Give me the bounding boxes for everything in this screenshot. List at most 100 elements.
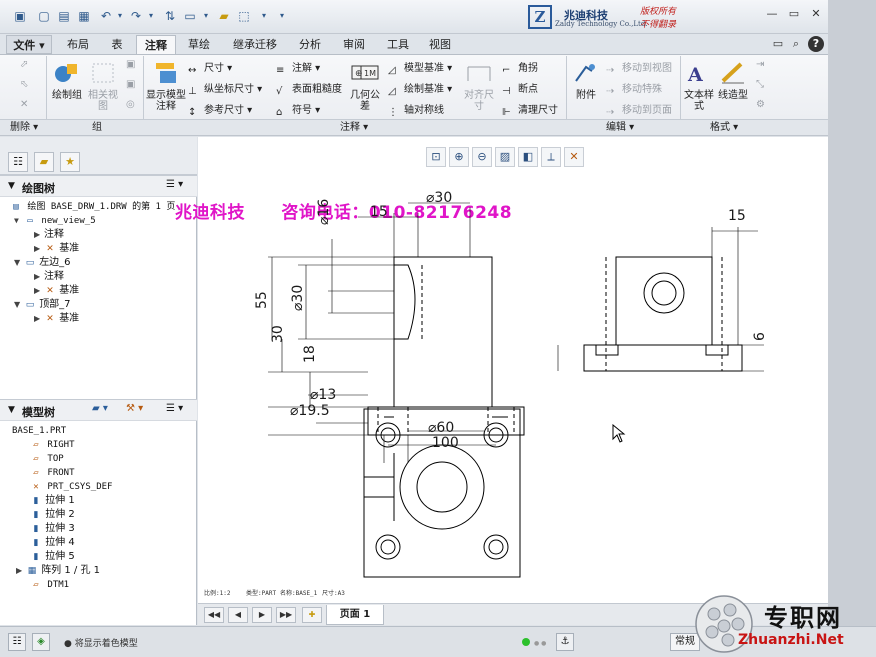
dim-label[interactable]: 15 (370, 204, 388, 220)
dim-label[interactable]: ⌀30 (290, 285, 306, 311)
align-dimension-button[interactable]: 对齐尺寸 (464, 61, 494, 112)
move-special-button[interactable]: ⇢ 移动特殊 (606, 80, 662, 98)
maximize-icon[interactable]: ▭ (786, 6, 802, 22)
tree-item-datum[interactable]: ▶ ✕ 基准 (34, 243, 79, 255)
draw-group-button[interactable]: 绘制组 (50, 61, 84, 101)
dim-label[interactable]: 18 (302, 345, 318, 363)
expand-arrow-icon[interactable]: ▶ (34, 271, 44, 283)
move-to-view-button[interactable]: ⇢ 移动到视图 (606, 59, 672, 77)
tree-item-csys[interactable]: ✕ PRT_CSYS_DEF (30, 481, 112, 493)
tree-settings-icon[interactable]: ☰ ▾ (166, 179, 183, 190)
tree-item-annotation[interactable]: ▶ 注释 (34, 271, 64, 283)
minimize-icon[interactable]: — (764, 6, 780, 22)
new-file-icon[interactable]: ▢ (36, 8, 52, 24)
browser-toggle-icon[interactable]: ◈ (32, 633, 50, 651)
dim-label[interactable]: ⌀16 (316, 199, 332, 225)
geometric-tolerance-button[interactable]: ⊕ 1M 几何公差 (350, 61, 380, 112)
dim-label[interactable]: 55 (254, 291, 270, 309)
side-view[interactable] (557, 227, 764, 372)
dim-label[interactable]: 30 (270, 325, 286, 343)
dim-label[interactable]: ⌀60 (428, 420, 454, 436)
dim-label[interactable]: 15 (728, 208, 746, 224)
folder-icon[interactable]: ▰ (216, 8, 232, 24)
format-tool-icon-2[interactable]: ⤡ (756, 79, 764, 90)
collapse-arrow-icon[interactable]: ▼ (8, 181, 15, 191)
prev-page-icon[interactable]: ◀ (228, 607, 248, 623)
drawing-tree-header[interactable]: ▼ 绘图树 ☰ ▾ (0, 175, 197, 197)
tree-item-pattern[interactable]: ▶ ▦ 阵列 1 / 孔 1 (16, 565, 100, 577)
select-box-icon[interactable]: ⬚ (236, 8, 252, 24)
display-style-icon[interactable]: ◧ (518, 147, 538, 167)
symbol-button[interactable]: ⌂ 符号 ▾ (276, 101, 320, 119)
dim-label[interactable]: ⌀19.5 (290, 403, 330, 419)
select-dropdown-icon[interactable]: ▾ (256, 8, 272, 24)
expand-arrow-icon[interactable]: ▼ (14, 257, 24, 269)
dim-label[interactable]: ⌀13 (310, 387, 336, 403)
expand-arrow-icon[interactable]: ▼ (14, 215, 24, 227)
save-icon[interactable]: ▦ (76, 8, 92, 24)
tree-item-annotation[interactable]: ▶ 注释 (34, 229, 64, 241)
customize-toolbar-icon[interactable]: ▾ (274, 8, 290, 24)
related-view-button[interactable]: 相关视图 (86, 61, 120, 112)
group-tool-icon-3[interactable]: ◎ (126, 99, 135, 110)
last-page-icon[interactable]: ▶▶ (276, 607, 296, 623)
tree-item-plane-top[interactable]: ▱ TOP (30, 453, 63, 465)
format-tool-icon-3[interactable]: ⚙ (756, 99, 765, 110)
tree-item-extrude-3[interactable]: ▮ 拉伸 3 (30, 523, 75, 535)
move-to-page-button[interactable]: ⇢ 移动到页面 (606, 101, 672, 119)
axis-symmetry-button[interactable]: ⋮ 轴对称线 (388, 101, 444, 119)
tree-item-datum[interactable]: ▶ ✕ 基准 (34, 285, 79, 297)
tab-sketch[interactable]: 草绘 (180, 35, 218, 54)
datum-display-icon[interactable]: ⟂ (541, 147, 561, 167)
redo-icon[interactable]: ↷ (128, 8, 144, 24)
line-style-button[interactable]: 线造型 (718, 61, 748, 101)
cleanup-dimension-button[interactable]: ⊩ 清理尺寸 (502, 101, 558, 119)
surface-finish-button[interactable]: √ 表面粗糙度 (276, 80, 342, 98)
close-icon[interactable]: ✕ (808, 6, 824, 22)
expand-arrow-icon[interactable]: ▶ (34, 243, 44, 255)
tree-item-view-main[interactable]: ▼ ▭ new_view_5 (14, 215, 96, 227)
model-tree-show-icon[interactable]: ▰ ▾ (92, 403, 108, 414)
tree-item-dtm1[interactable]: ▱ DTM1 (30, 579, 69, 591)
show-model-annotations-button[interactable]: 显示模型注释 (146, 61, 186, 112)
select-all-icon[interactable]: ⬁ (20, 79, 28, 90)
navigator-toggle-icon[interactable]: ☷ (8, 633, 26, 651)
page-tab[interactable]: 页面 1 (326, 605, 384, 625)
model-tree-settings-icon[interactable]: ☰ ▾ (166, 403, 183, 414)
first-page-icon[interactable]: ◀◀ (204, 607, 224, 623)
tab-legacy-migration[interactable]: 继承迁移 (222, 35, 288, 54)
dimension-button[interactable]: ↔ 尺寸 ▾ (188, 59, 232, 77)
expand-arrow-icon[interactable]: ▶ (34, 285, 44, 297)
ordinate-dimension-button[interactable]: ⊥ 纵坐标尺寸 ▾ (188, 80, 262, 98)
tab-folder-browser[interactable]: ▰ (34, 152, 54, 172)
expand-arrow-icon[interactable]: ▶ (34, 229, 44, 241)
expand-arrow-icon[interactable]: ▼ (14, 299, 24, 311)
group-annotation[interactable]: 注释 ▾ (340, 121, 368, 135)
tree-item-view-top[interactable]: ▼ ▭ 顶部_7 (14, 299, 71, 311)
attach-button[interactable]: 附件 (570, 61, 602, 101)
text-style-button[interactable]: A 文本样式 (684, 61, 714, 112)
group-tool-icon-1[interactable]: ▣ (126, 59, 135, 70)
window-icon[interactable]: ▭ (182, 8, 198, 24)
tab-review[interactable]: 审阅 (334, 35, 374, 54)
tab-annotate[interactable]: 注释 (136, 35, 176, 54)
tab-tools[interactable]: 工具 (378, 35, 418, 54)
tree-item-part[interactable]: BASE_1.PRT (12, 425, 66, 437)
regenerate-icon[interactable]: ⇅ (162, 8, 178, 24)
help-icon[interactable]: ? (808, 36, 824, 52)
break-point-button[interactable]: ⊣ 断点 (502, 80, 538, 98)
group-tool-icon-2[interactable]: ▣ (126, 79, 135, 90)
expand-arrow-icon[interactable]: ▶ (34, 313, 44, 325)
dim-label[interactable]: 100 (432, 435, 459, 451)
reference-dimension-button[interactable]: ↕ 参考尺寸 ▾ (188, 101, 252, 119)
delete-icon[interactable]: ✕ (20, 99, 28, 110)
tree-item-plane-right[interactable]: ▱ RIGHT (30, 439, 74, 451)
tree-item-extrude-2[interactable]: ▮ 拉伸 2 (30, 509, 75, 521)
tab-favorites[interactable]: ★ (60, 152, 80, 172)
front-view[interactable] (268, 202, 525, 463)
tab-view[interactable]: 视图 (420, 35, 460, 54)
group-format[interactable]: 格式 ▾ (710, 121, 738, 135)
expand-arrow-icon[interactable]: ▶ (16, 565, 26, 577)
next-page-icon[interactable]: ▶ (252, 607, 272, 623)
tree-item-sheet[interactable]: ▤ 绘图 BASE_DRW_1.DRW 的第 1 页 (10, 201, 175, 213)
